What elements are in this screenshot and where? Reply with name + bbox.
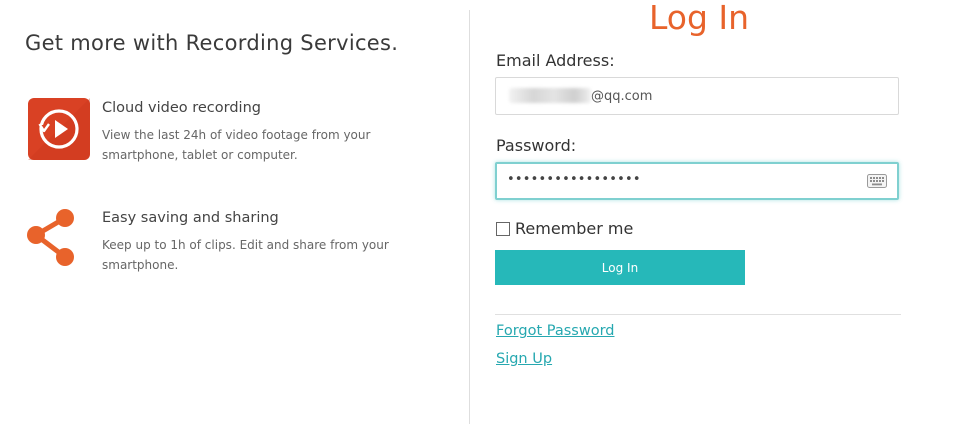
- remember-me[interactable]: Remember me: [496, 219, 633, 238]
- feature-title: Easy saving and sharing: [102, 210, 279, 226]
- feature-description: View the last 24h of video footage from …: [102, 128, 371, 162]
- feature-title: Cloud video recording: [102, 100, 261, 116]
- remember-me-checkbox[interactable]: [496, 221, 510, 236]
- password-field[interactable]: •••••••••••••••••: [495, 162, 899, 200]
- share-icon: [27, 209, 74, 266]
- email-value: @qq.com: [591, 89, 653, 104]
- password-label: Password:: [496, 136, 577, 155]
- sign-up-link[interactable]: Sign Up: [496, 351, 552, 367]
- keyboard-icon[interactable]: [867, 174, 887, 188]
- forgot-password-link[interactable]: Forgot Password: [496, 323, 615, 339]
- feature-description: Keep up to 1h of clips. Edit and share f…: [102, 238, 389, 272]
- cloud-video-recording-icon: [28, 98, 90, 160]
- login-heading: Log In: [649, 0, 750, 37]
- email-field[interactable]: @qq.com: [495, 77, 899, 115]
- panel-divider: [469, 10, 470, 424]
- promo-title: Get more with Recording Services.: [25, 31, 399, 55]
- remember-me-label[interactable]: Remember me: [515, 219, 633, 238]
- form-divider: [495, 314, 901, 315]
- password-value: •••••••••••••••••: [507, 172, 641, 187]
- email-label: Email Address:: [496, 51, 615, 70]
- login-page: Get more with Recording Services. Cloud …: [0, 0, 960, 424]
- login-button[interactable]: Log In: [495, 250, 745, 285]
- redacted-email-prefix: [509, 88, 591, 103]
